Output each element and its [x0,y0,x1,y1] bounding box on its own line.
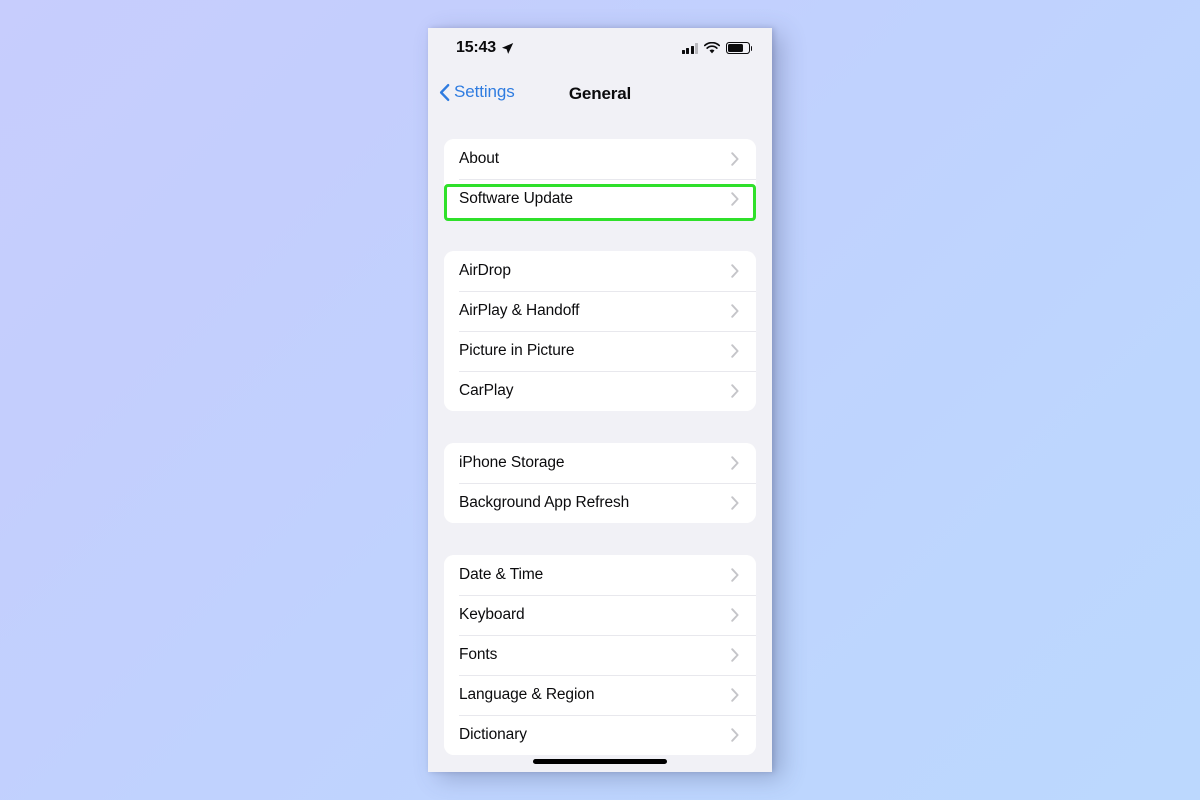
chevron-right-icon [731,648,739,662]
chevron-right-icon [731,688,739,702]
status-bar-clock: 15:43 [456,39,496,56]
settings-row-picture-in-picture[interactable]: Picture in Picture [444,331,756,371]
chevron-right-icon [731,264,739,278]
chevron-right-icon [731,568,739,582]
home-indicator-bar [533,758,667,764]
chevron-right-icon [731,496,739,510]
settings-row-label: About [459,150,500,167]
settings-row-airdrop[interactable]: AirDrop [444,251,756,291]
settings-row-fonts[interactable]: Fonts [444,635,756,675]
settings-row-software-update[interactable]: Software Update [444,179,756,219]
settings-row-language-region[interactable]: Language & Region [444,675,756,715]
settings-row-about[interactable]: About [444,139,756,179]
settings-row-label: Date & Time [459,566,544,583]
wifi-icon [704,42,720,54]
status-bar-left: 15:43 [456,39,514,57]
chevron-right-icon [731,304,739,318]
navigation-bar: Settings General [428,72,772,122]
chevron-right-icon [731,344,739,358]
settings-row-background-app-refresh[interactable]: Background App Refresh [444,483,756,523]
settings-row-iphone-storage[interactable]: iPhone Storage [444,443,756,483]
settings-row-airplay-handoff[interactable]: AirPlay & Handoff [444,291,756,331]
settings-group-system: About Software Update [444,139,756,219]
chevron-right-icon [731,456,739,470]
settings-row-label: AirPlay & Handoff [459,302,580,319]
settings-group-connectivity: AirDrop AirPlay & Handoff Picture in Pic… [444,251,756,411]
chevron-right-icon [731,384,739,398]
iphone-screen: 15:43 Settings General About Software Up… [428,28,772,772]
signal-bars-icon [681,43,698,54]
status-bar: 15:43 [428,28,772,72]
settings-row-label: Software Update [459,190,573,207]
settings-row-dictionary[interactable]: Dictionary [444,715,756,755]
settings-list: About Software Update AirDrop AirPlay & … [428,139,772,772]
settings-row-label: Keyboard [459,606,525,623]
settings-group-storage: iPhone Storage Background App Refresh [444,443,756,523]
page-title: General [568,84,632,103]
settings-row-label: Picture in Picture [459,342,575,359]
chevron-right-icon [731,192,739,206]
settings-group-localization: Date & Time Keyboard Fonts Language & Re… [444,555,756,755]
chevron-right-icon [731,608,739,622]
settings-row-label: iPhone Storage [459,454,565,471]
settings-row-keyboard[interactable]: Keyboard [444,595,756,635]
status-bar-right [681,42,753,54]
settings-row-label: Background App Refresh [459,494,630,511]
chevron-right-icon [731,728,739,742]
location-arrow-icon [501,42,514,54]
wallpaper-backdrop: 15:43 Settings General About Software Up… [0,0,1200,800]
settings-row-carplay[interactable]: CarPlay [444,371,756,411]
battery-icon [726,42,753,54]
settings-row-label: AirDrop [459,262,511,279]
chevron-right-icon [731,152,739,166]
settings-row-label: CarPlay [459,382,514,399]
settings-row-label: Language & Region [459,686,595,703]
settings-row-date-time[interactable]: Date & Time [444,555,756,595]
settings-row-label: Dictionary [459,726,527,743]
settings-row-label: Fonts [459,646,498,663]
